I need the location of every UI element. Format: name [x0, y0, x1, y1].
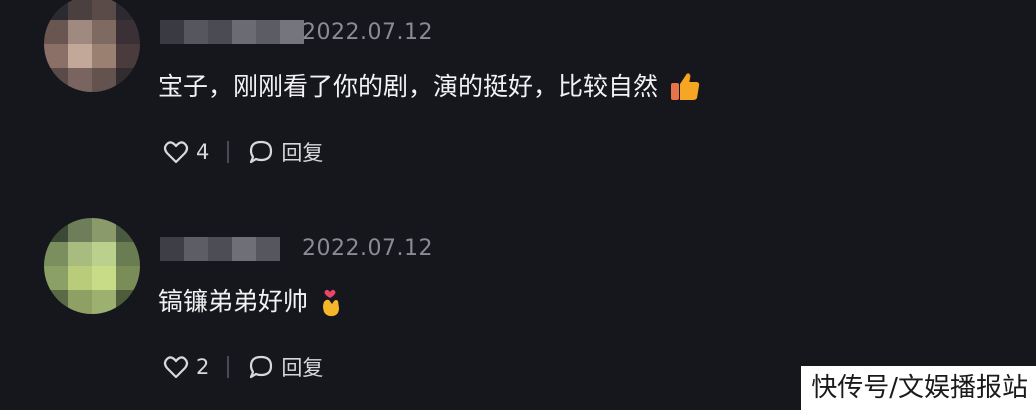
- source-watermark: 快传号/文娱播报站: [801, 366, 1036, 410]
- comment-actions: 4 回复: [162, 137, 323, 167]
- comment-actions: 2 回复: [162, 352, 323, 382]
- avatar[interactable]: [44, 0, 140, 92]
- username-blurred[interactable]: [160, 237, 280, 261]
- like-count: 2: [196, 355, 210, 379]
- thumbs-up-icon: [668, 71, 702, 103]
- username-blurred[interactable]: [160, 20, 304, 44]
- heart-icon[interactable]: [162, 353, 190, 381]
- comment-text-content: 宝子，刚刚看了你的剧，演的挺好，比较自然: [158, 72, 659, 101]
- comment-text-content: 镐镰弟弟好帅: [158, 287, 309, 316]
- like-count: 4: [196, 140, 210, 164]
- divider: [227, 141, 230, 163]
- reply-button[interactable]: 回复: [281, 352, 323, 382]
- avatar[interactable]: [44, 218, 140, 314]
- finger-heart-icon: [318, 286, 344, 318]
- comment-text: 宝子，刚刚看了你的剧，演的挺好，比较自然: [158, 70, 702, 104]
- comment-date: 2022.07.12: [302, 236, 433, 261]
- reply-button[interactable]: 回复: [281, 137, 323, 167]
- comment-bubble-icon[interactable]: [247, 138, 275, 166]
- divider: [227, 356, 230, 378]
- comment-date: 2022.07.12: [302, 20, 433, 45]
- comment-bubble-icon[interactable]: [247, 353, 275, 381]
- heart-icon[interactable]: [162, 138, 190, 166]
- comment-text: 镐镰弟弟好帅: [158, 285, 344, 319]
